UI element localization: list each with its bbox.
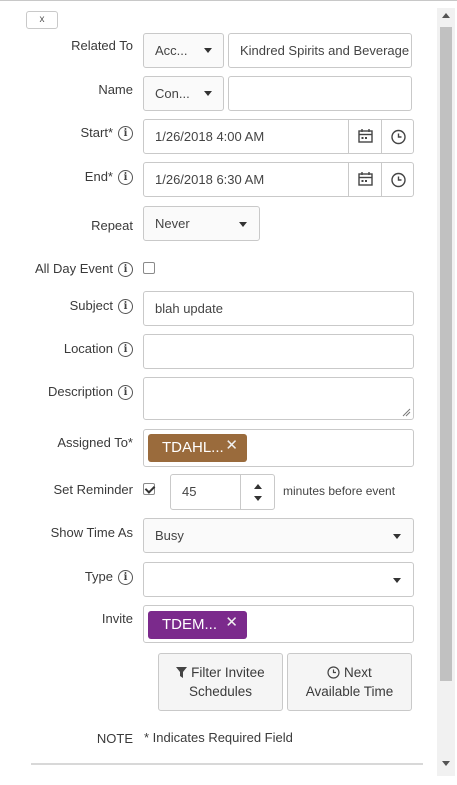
scrollbar-thumb[interactable] bbox=[440, 27, 452, 681]
reminder-label: Set Reminder bbox=[53, 482, 133, 497]
related-object-select[interactable]: Acc... bbox=[143, 33, 224, 68]
info-icon: i bbox=[118, 170, 133, 185]
subject-label: Subject bbox=[69, 298, 113, 313]
filter-invitee-schedules-button[interactable]: Filter Invitee Schedules bbox=[158, 653, 283, 711]
clock-icon bbox=[391, 172, 406, 188]
location-input[interactable] bbox=[143, 334, 414, 369]
info-icon: i bbox=[118, 262, 133, 277]
info-icon: i bbox=[118, 385, 133, 400]
chevron-down-icon bbox=[393, 534, 401, 539]
info-icon: i bbox=[118, 570, 133, 585]
next-available-time-button[interactable]: Next Available Time bbox=[287, 653, 412, 711]
calendar-icon bbox=[358, 129, 373, 143]
assigned-user-chip: TDAHL... ✕ bbox=[148, 434, 247, 462]
spinner-down-icon[interactable] bbox=[254, 496, 262, 501]
reminder-minutes-input[interactable]: 45 bbox=[170, 474, 275, 510]
remove-icon[interactable]: ✕ bbox=[225, 609, 238, 637]
note-text: * Indicates Required Field bbox=[144, 730, 293, 745]
description-textarea[interactable] bbox=[143, 377, 414, 420]
subject-value: blah update bbox=[155, 301, 223, 316]
resize-handle-icon[interactable] bbox=[402, 408, 411, 417]
type-select[interactable] bbox=[143, 562, 414, 597]
invitee-chip: TDEM... ✕ bbox=[148, 611, 247, 639]
show-time-as-label: Show Time As bbox=[50, 525, 133, 540]
calendar-icon bbox=[358, 172, 373, 186]
chevron-down-icon bbox=[204, 91, 212, 96]
info-icon: i bbox=[118, 299, 133, 314]
related-to-input[interactable]: Kindred Spirits and Beverage bbox=[228, 33, 412, 68]
start-datetime-input[interactable]: 1/26/2018 4:00 AM bbox=[143, 119, 414, 154]
filter-button-line1: Filter Invitee bbox=[191, 665, 265, 680]
name-object-value: Con... bbox=[155, 86, 190, 101]
clock-icon bbox=[391, 129, 406, 145]
note-label: NOTE bbox=[96, 731, 133, 746]
close-label: x bbox=[39, 14, 45, 25]
related-to-value: Kindred Spirits and Beverage bbox=[240, 43, 410, 58]
info-icon: i bbox=[118, 342, 133, 357]
spinner-up-icon[interactable] bbox=[254, 484, 262, 489]
name-object-select[interactable]: Con... bbox=[143, 76, 224, 111]
assigned-to-input[interactable]: TDAHL... ✕ bbox=[143, 429, 414, 467]
start-label: Start* bbox=[80, 125, 113, 140]
start-calendar-button[interactable] bbox=[348, 120, 381, 153]
end-value: 1/26/2018 6:30 AM bbox=[155, 172, 265, 187]
end-label: End* bbox=[84, 169, 113, 184]
related-object-value: Acc... bbox=[155, 43, 188, 58]
next-button-line2: Available Time bbox=[305, 684, 394, 699]
name-label: Name bbox=[98, 82, 133, 97]
reminder-spinner[interactable] bbox=[240, 475, 274, 509]
show-time-as-value: Busy bbox=[155, 528, 184, 543]
repeat-value: Never bbox=[155, 216, 190, 231]
name-input[interactable] bbox=[228, 76, 412, 111]
bottom-divider bbox=[31, 763, 423, 765]
filter-icon bbox=[176, 667, 188, 678]
close-button[interactable]: x bbox=[26, 11, 58, 29]
all-day-checkbox[interactable] bbox=[143, 262, 155, 274]
invite-input[interactable]: TDEM... ✕ bbox=[143, 605, 414, 643]
invitee-chip-label: TDEM... bbox=[162, 616, 217, 633]
repeat-label: Repeat bbox=[91, 218, 133, 233]
invite-label: Invite bbox=[101, 611, 133, 626]
top-border bbox=[0, 0, 457, 1]
all-day-label: All Day Event bbox=[34, 261, 113, 276]
reminder-minutes-value: 45 bbox=[182, 484, 197, 499]
scroll-down-icon[interactable] bbox=[442, 761, 450, 766]
end-datetime-input[interactable]: 1/26/2018 6:30 AM bbox=[143, 162, 414, 197]
end-calendar-button[interactable] bbox=[348, 163, 381, 196]
filter-button-line2: Schedules bbox=[188, 684, 253, 699]
remove-icon[interactable]: ✕ bbox=[225, 432, 238, 460]
info-icon: i bbox=[118, 126, 133, 141]
related-to-label: Related To bbox=[71, 38, 133, 53]
chevron-down-icon bbox=[393, 578, 401, 583]
chevron-down-icon bbox=[204, 48, 212, 53]
subject-input[interactable]: blah update bbox=[143, 291, 414, 326]
type-label: Type bbox=[84, 569, 113, 584]
show-time-as-select[interactable]: Busy bbox=[143, 518, 414, 553]
reminder-suffix: minutes before event bbox=[283, 484, 396, 498]
next-button-line1: Next bbox=[344, 665, 372, 680]
assigned-to-label: Assigned To* bbox=[57, 435, 133, 450]
start-value: 1/26/2018 4:00 AM bbox=[155, 129, 265, 144]
clock-icon bbox=[327, 666, 340, 679]
assigned-chip-label: TDAHL... bbox=[162, 439, 224, 456]
repeat-select[interactable]: Never bbox=[143, 206, 260, 241]
end-time-button[interactable] bbox=[381, 163, 414, 196]
description-label: Description bbox=[47, 384, 113, 399]
start-time-button[interactable] bbox=[381, 120, 414, 153]
chevron-down-icon bbox=[239, 222, 247, 227]
scroll-up-icon[interactable] bbox=[442, 13, 450, 18]
reminder-checkbox[interactable] bbox=[143, 483, 155, 495]
location-label: Location bbox=[63, 341, 113, 356]
